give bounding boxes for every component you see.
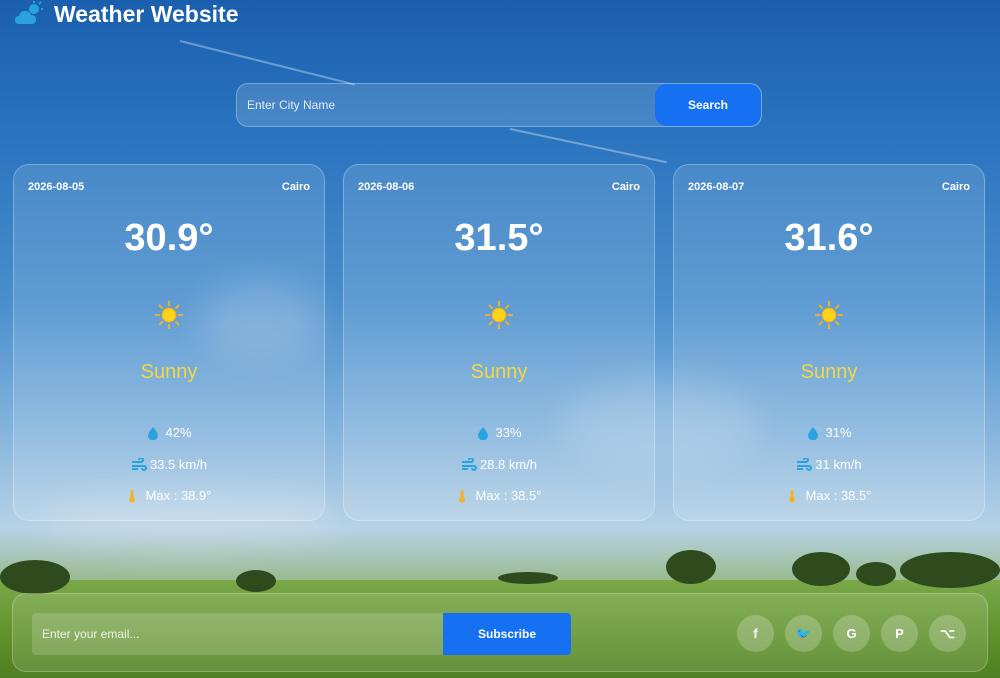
weather-condition: Sunny — [470, 361, 528, 383]
max-temp-value: Max : 38.9° — [145, 488, 212, 503]
tree — [236, 570, 276, 592]
tree — [856, 562, 896, 586]
humidity-row: 33% — [344, 425, 654, 440]
weather-condition: Sunny — [800, 361, 858, 383]
max-temp-row: Max : 38.5° — [344, 488, 654, 503]
max-temp-value: Max : 38.5° — [475, 488, 542, 503]
email-input[interactable] — [32, 613, 444, 655]
tree — [900, 552, 1000, 588]
wind-row: 28.8 km/h — [344, 456, 654, 472]
sun-icon — [484, 300, 514, 330]
sky-streak — [509, 128, 667, 164]
app-title: Weather Website — [54, 0, 239, 27]
max-temp-row: Max : 38.9° — [14, 488, 324, 503]
city-search-input[interactable] — [237, 84, 655, 126]
wind-icon — [796, 456, 813, 472]
search-button[interactable]: Search — [655, 84, 761, 126]
temperature: 31.5° — [454, 217, 544, 259]
subscribe-button[interactable]: Subscribe — [443, 613, 571, 655]
sun-icon — [154, 300, 184, 330]
facebook-icon[interactable]: f — [737, 615, 774, 652]
tree — [498, 572, 558, 584]
wind-value: 33.5 km/h — [149, 457, 208, 472]
water-drop-icon — [806, 426, 820, 440]
pinterest-icon[interactable]: P — [881, 615, 918, 652]
forecast-city: Cairo — [611, 181, 640, 193]
thermometer-icon — [787, 489, 801, 503]
humidity-value: 33% — [495, 425, 522, 440]
water-drop-icon — [146, 426, 160, 440]
search-bar: Search — [236, 83, 762, 127]
tree — [0, 560, 70, 594]
temperature: 30.9° — [124, 217, 214, 259]
humidity-row: 31% — [674, 425, 984, 440]
wind-icon — [131, 456, 147, 472]
humidity-row: 42% — [14, 425, 324, 440]
sun-icon — [814, 300, 844, 330]
thermometer-icon — [127, 489, 141, 503]
forecast-city: Cairo — [281, 181, 310, 193]
forecast-card: 2026-08-05 Cairo 30.9° Sunny 42% 33.5 km… — [13, 164, 325, 521]
forecast-date: 2026-08-05 — [28, 181, 85, 193]
max-temp-row: Max : 38.5° — [674, 488, 984, 503]
twitter-icon[interactable]: 🐦 — [785, 615, 822, 652]
water-drop-icon — [476, 426, 490, 440]
forecast-date: 2026-08-06 — [358, 181, 415, 193]
tree — [792, 552, 850, 586]
weather-condition: Sunny — [140, 361, 198, 383]
forecast-city: Cairo — [941, 181, 970, 193]
cloud-sun-icon — [14, 1, 44, 27]
wind-value: 28.8 km/h — [479, 457, 538, 472]
wind-icon — [461, 456, 477, 472]
wind-row: 31 km/h — [674, 456, 984, 472]
header: Weather Website — [14, 0, 238, 28]
forecast-card: 2026-08-07 Cairo 31.6° Sunny 31% 31 km/h… — [673, 164, 985, 521]
temperature: 31.6° — [784, 217, 874, 259]
google-icon[interactable]: G — [833, 615, 870, 652]
wind-row: 33.5 km/h — [14, 456, 324, 472]
wind-value: 31 km/h — [815, 457, 862, 472]
tree — [666, 550, 716, 584]
footer: Subscribe f 🐦 G P ⌥ — [12, 593, 988, 672]
humidity-value: 42% — [165, 425, 192, 440]
thermometer-icon — [457, 489, 471, 503]
forecast-card: 2026-08-06 Cairo 31.5° Sunny 33% 28.8 km… — [343, 164, 655, 521]
humidity-value: 31% — [825, 425, 852, 440]
sky-streak — [179, 40, 355, 86]
github-icon[interactable]: ⌥ — [929, 615, 966, 652]
max-temp-value: Max : 38.5° — [805, 488, 872, 503]
forecast-date: 2026-08-07 — [688, 181, 745, 193]
